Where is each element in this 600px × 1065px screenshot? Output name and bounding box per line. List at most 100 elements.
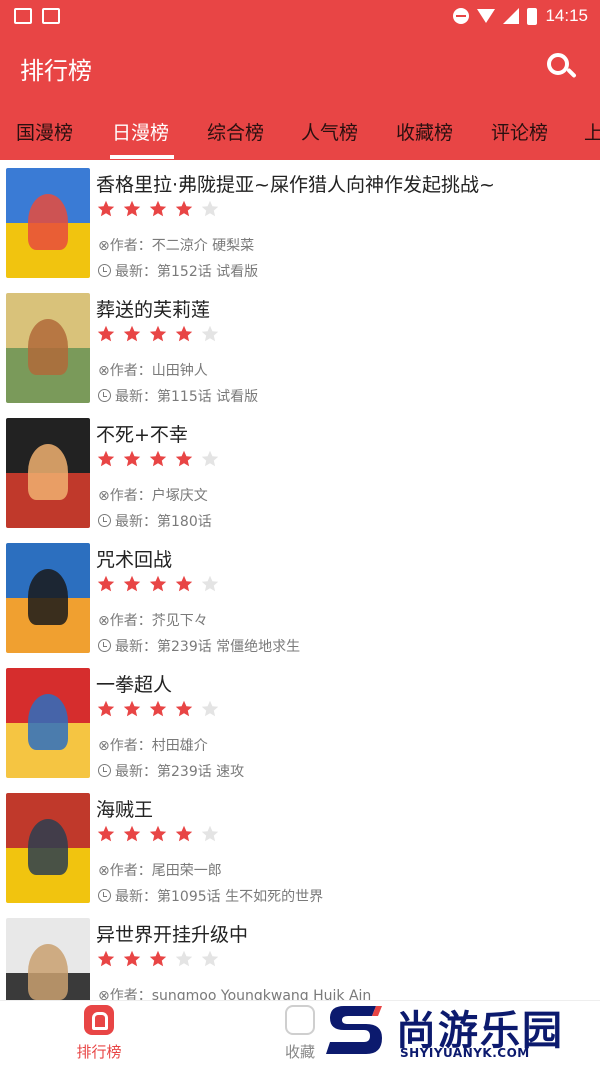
status-time: 14:15 [545, 6, 588, 25]
list-item[interactable]: 香格里拉·弗陇提亚~屎作猎人向神作发起挑战~ ⊗作者：不二涼介 硬梨菜 最新：第… [0, 160, 600, 285]
signal-icon [503, 8, 520, 24]
latest-line: 最新：第152话 试看版 [98, 261, 258, 281]
tab-pinglun[interactable]: 评论榜 [491, 118, 548, 145]
ranking-icon [84, 1005, 114, 1035]
author-text: ⊗作者：芥见下々 [98, 613, 208, 629]
latest-text: 最新：第1095话 生不如死的世界 [115, 889, 324, 905]
watermark-logo: 尚游乐园 SHYIYUANYK.COM [324, 998, 600, 1065]
latest-text: 最新：第152话 试看版 [115, 264, 259, 280]
app-bar: 排行榜 [0, 34, 600, 102]
star-empty-icon [201, 575, 219, 592]
star-filled-icon [175, 200, 193, 217]
star-filled-icon [149, 325, 167, 342]
battery-icon [527, 7, 538, 25]
latest-line: 最新：第115话 试看版 [98, 386, 258, 406]
star-empty-icon [201, 325, 219, 342]
star-filled-icon [123, 950, 141, 967]
star-filled-icon [97, 575, 115, 592]
star-empty-icon [201, 950, 219, 967]
wifi-icon [477, 9, 496, 23]
clock-icon [98, 764, 111, 777]
star-empty-icon [201, 200, 219, 217]
clock-icon [98, 514, 111, 527]
status-bar: 14:15 [0, 0, 600, 34]
comic-cover[interactable] [6, 918, 90, 1000]
tab-renqi[interactable]: 人气榜 [301, 118, 358, 145]
comic-cover[interactable] [6, 543, 90, 653]
tab-indicator [110, 155, 174, 159]
star-filled-icon [175, 825, 193, 842]
latest-text: 最新：第115话 试看版 [115, 389, 259, 405]
author-text: ⊗作者：山田钟人 [98, 363, 208, 379]
status-right: 14:15 [453, 6, 588, 26]
author-line: ⊗作者：尾田荣一郎 [98, 860, 222, 880]
comic-cover[interactable] [6, 668, 90, 778]
latest-text: 最新：第239话 速攻 [115, 764, 245, 780]
list-item[interactable]: 葬送的芙莉莲 ⊗作者：山田钟人 最新：第115话 试看版 [0, 285, 600, 410]
star-filled-icon [149, 950, 167, 967]
search-icon [547, 53, 569, 75]
latest-line: 最新：第1095话 生不如死的世界 [98, 886, 323, 906]
star-empty-icon [201, 825, 219, 842]
comic-title: 咒术回战 [96, 549, 173, 571]
comic-title: 异世界开挂升级中 [96, 924, 249, 946]
nav-ranking-label: 排行榜 [76, 1043, 122, 1061]
tab-more[interactable]: 上 [584, 118, 600, 145]
list-item[interactable]: 一拳超人 ⊗作者：村田雄介 最新：第239话 速攻 [0, 660, 600, 785]
category-tabs: 国漫榜 日漫榜 综合榜 人气榜 收藏榜 评论榜 上 [0, 102, 600, 160]
ranking-list: 香格里拉·弗陇提亚~屎作猎人向神作发起挑战~ ⊗作者：不二涼介 硬梨菜 最新：第… [0, 160, 600, 1000]
clock-icon [98, 264, 111, 277]
search-icon-handle [566, 67, 577, 79]
author-text: ⊗作者：尾田荣一郎 [98, 863, 222, 879]
list-item[interactable]: 咒术回战 ⊗作者：芥见下々 最新：第239话 常僵绝地求生 [0, 535, 600, 660]
star-filled-icon [149, 200, 167, 217]
star-filled-icon [175, 325, 193, 342]
star-filled-icon [149, 575, 167, 592]
star-empty-icon [201, 700, 219, 717]
star-filled-icon [123, 825, 141, 842]
star-filled-icon [149, 450, 167, 467]
star-filled-icon [97, 825, 115, 842]
do-not-disturb-icon [453, 8, 470, 24]
list-item[interactable]: 异世界开挂升级中 ⊗作者：sungmoo Youngkwang Huik Ain [0, 910, 600, 1000]
latest-text: 最新：第180话 [115, 514, 212, 530]
star-filled-icon [175, 575, 193, 592]
clock-icon [98, 389, 111, 402]
comic-cover[interactable] [6, 293, 90, 403]
star-filled-icon [97, 450, 115, 467]
comic-cover[interactable] [6, 418, 90, 528]
nav-ranking[interactable]: 排行榜 [54, 1005, 144, 1062]
star-empty-icon [201, 450, 219, 467]
notification-icon [42, 8, 60, 24]
comic-cover[interactable] [6, 168, 90, 278]
author-line: ⊗作者：户塚庆文 [98, 485, 208, 505]
star-filled-icon [123, 700, 141, 717]
comic-title: 不死+不幸 [96, 424, 188, 446]
author-text: ⊗作者：村田雄介 [98, 738, 208, 754]
star-filled-icon [175, 450, 193, 467]
search-button[interactable] [544, 50, 578, 84]
comic-cover[interactable] [6, 793, 90, 903]
comic-title: 葬送的芙莉莲 [96, 299, 211, 321]
latest-line: 最新：第239话 速攻 [98, 761, 244, 781]
star-filled-icon [97, 950, 115, 967]
star-filled-icon [123, 450, 141, 467]
tab-zonghe[interactable]: 综合榜 [207, 118, 264, 145]
tab-guoman[interactable]: 国漫榜 [16, 118, 73, 145]
author-text: ⊗作者：户塚庆文 [98, 488, 208, 504]
author-line: ⊗作者：芥见下々 [98, 610, 208, 630]
star-filled-icon [123, 575, 141, 592]
comic-title: 海贼王 [96, 799, 154, 821]
tab-shoucang[interactable]: 收藏榜 [396, 118, 453, 145]
tab-riman[interactable]: 日漫榜 [112, 118, 169, 145]
latest-text: 最新：第239话 常僵绝地求生 [115, 639, 301, 655]
list-item[interactable]: 海贼王 ⊗作者：尾田荣一郎 最新：第1095话 生不如死的世界 [0, 785, 600, 910]
favorite-icon [285, 1005, 315, 1035]
author-line: ⊗作者：山田钟人 [98, 360, 208, 380]
comic-title: 香格里拉·弗陇提亚~屎作猎人向神作发起挑战~ [96, 174, 495, 196]
list-item[interactable]: 不死+不幸 ⊗作者：户塚庆文 最新：第180话 [0, 410, 600, 535]
star-filled-icon [149, 700, 167, 717]
star-filled-icon [123, 200, 141, 217]
watermark-s-icon [326, 1006, 382, 1054]
latest-line: 最新：第239话 常僵绝地求生 [98, 636, 300, 656]
